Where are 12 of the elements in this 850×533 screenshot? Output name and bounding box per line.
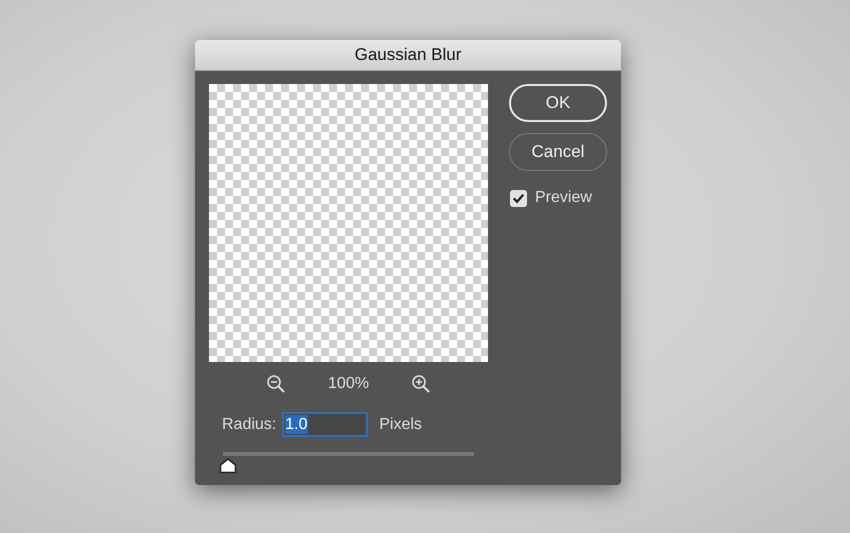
slider-thumb[interactable]: [219, 458, 238, 474]
zoom-in-icon[interactable]: [410, 374, 431, 394]
preview-label[interactable]: Preview: [535, 189, 592, 207]
radius-field[interactable]: 1.0: [282, 412, 368, 437]
dialog-button[interactable]: Cancel: [509, 133, 607, 171]
window-title: Gaussian Blur: [354, 45, 462, 65]
preview-checkbox[interactable]: [510, 190, 527, 206]
unit-label: Pixels: [379, 416, 422, 434]
dialog-button[interactable]: OK: [509, 84, 607, 122]
zoom-level: 100%: [328, 375, 369, 393]
radius-label: Radius:: [222, 416, 276, 434]
zoom-out-icon[interactable]: [266, 374, 286, 394]
